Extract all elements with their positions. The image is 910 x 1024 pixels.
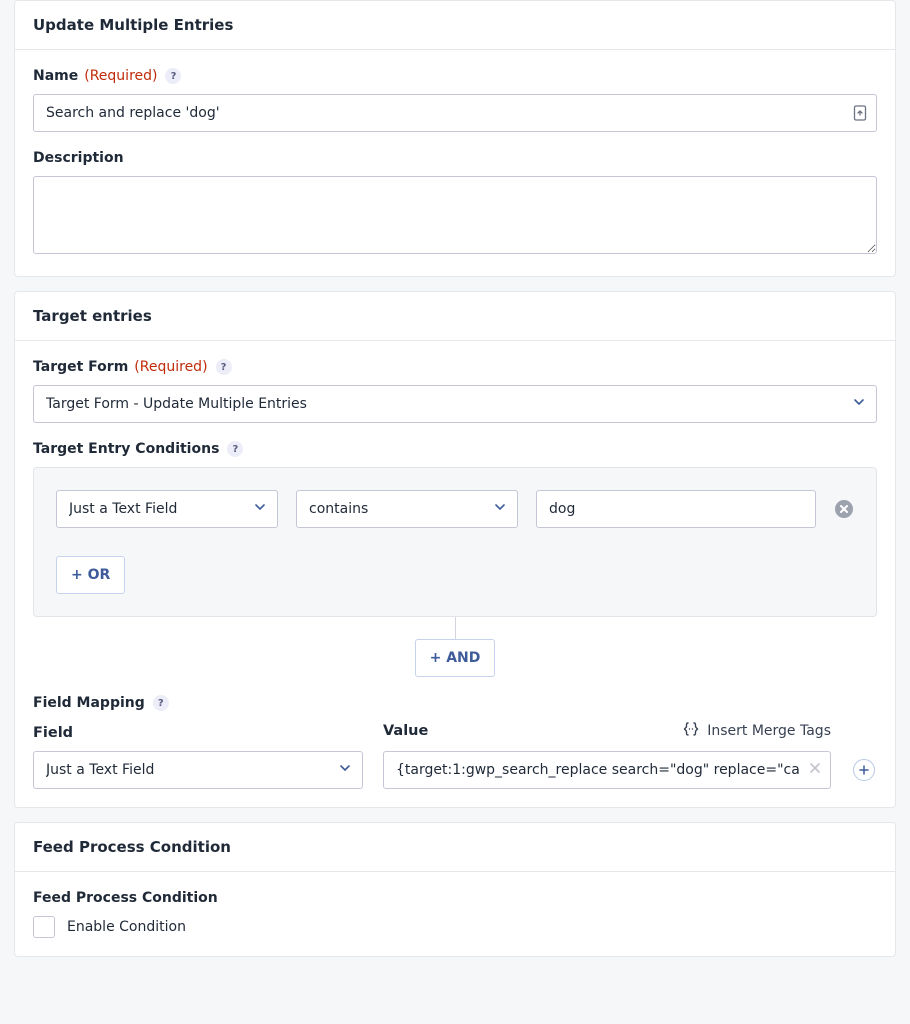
conditions-group: Just a Text Field contains [33, 467, 877, 617]
mapping-field-header: Field [33, 725, 363, 741]
condition-operator-select[interactable]: contains [296, 490, 518, 528]
mapping-field-select[interactable]: Just a Text Field [33, 751, 363, 789]
field-target-form-block: Target Form (Required) ? Target Form - U… [33, 359, 877, 423]
target-form-select[interactable]: Target Form - Update Multiple Entries [33, 385, 877, 423]
panel-header-target: Target entries [15, 292, 895, 341]
enable-condition-checkbox[interactable] [33, 916, 55, 938]
add-and-button[interactable]: + AND [415, 639, 496, 677]
target-form-required: (Required) [134, 359, 207, 375]
condition-field-select[interactable]: Just a Text Field [56, 490, 278, 528]
name-input[interactable] [33, 94, 877, 132]
merge-tags-label: Insert Merge Tags [707, 723, 831, 739]
remove-condition-icon[interactable] [834, 499, 854, 519]
condition-value-input[interactable] [536, 490, 816, 528]
merge-tags-icon [682, 721, 700, 741]
description-textarea[interactable] [33, 176, 877, 254]
panel-feed-condition: Feed Process Condition Feed Process Cond… [14, 822, 896, 957]
field-conditions-block: Target Entry Conditions ? Just a Text Fi… [33, 441, 877, 677]
panel-target-entries: Target entries Target Form (Required) ? … [14, 291, 896, 808]
form-field-icon [853, 105, 867, 121]
description-label: Description [33, 150, 124, 166]
target-form-label: Target Form [33, 359, 128, 375]
panel-header-feed: Feed Process Condition [15, 823, 895, 872]
mapping-value-input[interactable] [383, 751, 831, 789]
insert-merge-tags[interactable]: Insert Merge Tags [682, 721, 831, 741]
clear-icon[interactable] [809, 762, 821, 778]
feed-condition-label: Feed Process Condition [33, 890, 218, 906]
panel-header-update: Update Multiple Entries [15, 1, 895, 50]
help-icon[interactable]: ? [227, 441, 243, 457]
name-required: (Required) [84, 68, 157, 84]
name-label: Name [33, 68, 78, 84]
help-icon[interactable]: ? [153, 695, 169, 711]
condition-row: Just a Text Field contains [56, 490, 854, 528]
help-icon[interactable]: ? [216, 359, 232, 375]
field-description-block: Description [33, 150, 877, 258]
connector-line [455, 617, 456, 639]
add-mapping-button[interactable] [853, 759, 875, 781]
field-mapping-label: Field Mapping [33, 695, 145, 711]
enable-condition-label: Enable Condition [67, 919, 186, 935]
add-or-button[interactable]: + OR [56, 556, 125, 594]
help-icon[interactable]: ? [165, 68, 181, 84]
field-mapping-block: Field Mapping ? Field Value [33, 695, 877, 789]
field-name-block: Name (Required) ? [33, 68, 877, 132]
and-connector: + AND [33, 617, 877, 677]
conditions-label: Target Entry Conditions [33, 441, 219, 457]
panel-update-multiple: Update Multiple Entries Name (Required) … [14, 0, 896, 277]
mapping-value-header: Value [383, 723, 428, 739]
